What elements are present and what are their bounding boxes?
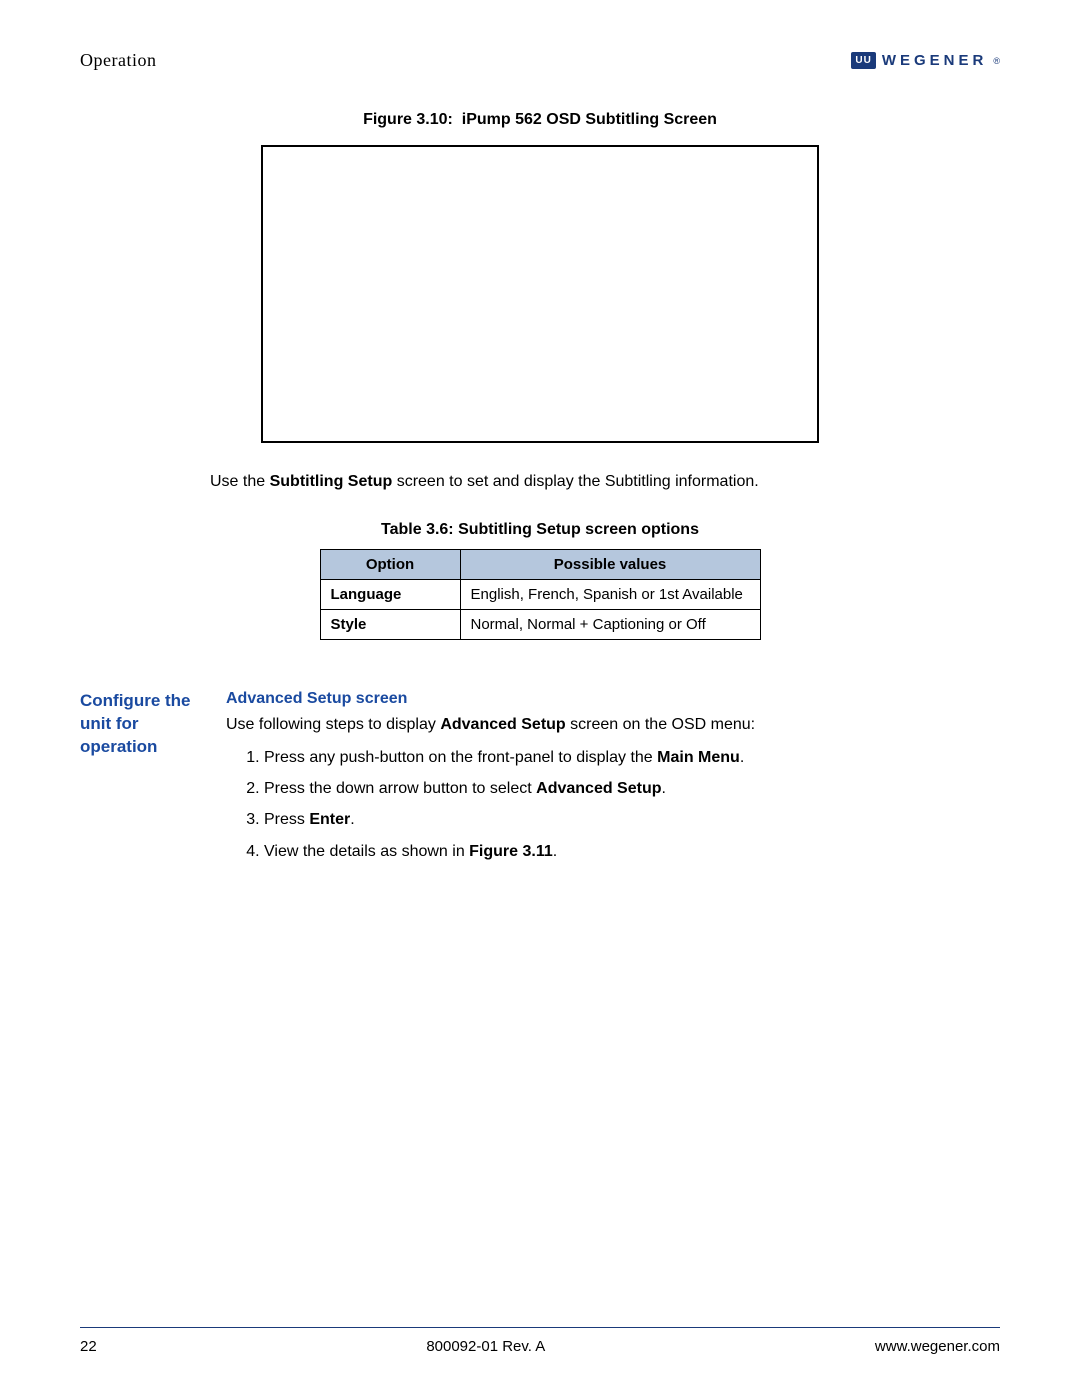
step-text: .: [553, 843, 557, 860]
logo-badge-icon: UU: [851, 52, 875, 69]
step-text: Press: [264, 811, 309, 828]
step-bold: Advanced Setup: [536, 780, 661, 797]
footer-rule: [80, 1327, 1000, 1328]
page-content: Operation UU WEGENER ® Figure 3.10: iPump…: [80, 50, 1000, 1357]
table-header-option: Option: [320, 550, 460, 580]
step-text: .: [740, 749, 744, 766]
table-cell-values: Normal, Normal + Captioning or Off: [460, 610, 760, 640]
table-row: Style Normal, Normal + Captioning or Off: [320, 610, 760, 640]
table-caption: Table 3.6: Subtitling Setup screen optio…: [80, 521, 1000, 539]
configure-body: Advanced Setup screen Use following step…: [226, 690, 1000, 871]
table-cell-option: Language: [320, 580, 460, 610]
intro-post: screen to set and display the Subtitling…: [392, 473, 758, 490]
list-item: Press any push-button on the front-panel…: [264, 746, 1000, 769]
list-item: Press the down arrow button to select Ad…: [264, 777, 1000, 800]
brand-logo: UU WEGENER ®: [851, 52, 1000, 69]
table-header-values: Possible values: [460, 550, 760, 580]
config-intro: Use following steps to display Advanced …: [226, 716, 1000, 734]
page-header: Operation UU WEGENER ®: [80, 50, 1000, 71]
step-text: .: [350, 811, 354, 828]
step-bold: Main Menu: [657, 749, 740, 766]
footer-url: www.wegener.com: [875, 1338, 1000, 1355]
figure-caption-prefix: Figure 3.10:: [363, 111, 453, 128]
config-intro-bold: Advanced Setup: [440, 716, 565, 733]
config-intro-post: screen on the OSD menu:: [566, 716, 755, 733]
sub-heading: Advanced Setup screen: [226, 690, 1000, 708]
intro-pre: Use the: [210, 473, 270, 490]
table-header-row: Option Possible values: [320, 550, 760, 580]
list-item: Press Enter.: [264, 808, 1000, 831]
table-row: Language English, French, Spanish or 1st…: [320, 580, 760, 610]
step-bold: Figure 3.11: [469, 843, 553, 860]
configure-section: Configure the unit for operation Advance…: [80, 690, 1000, 871]
figure-placeholder: [261, 145, 819, 443]
figure-caption-title: iPump 562 OSD Subtitling Screen: [462, 111, 717, 128]
options-table: Option Possible values Language English,…: [320, 549, 761, 640]
registered-mark-icon: ®: [993, 56, 1000, 66]
step-text: Press any push-button on the front-panel…: [264, 749, 657, 766]
step-text: .: [662, 780, 666, 797]
footer-row: 22 800092-01 Rev. A www.wegener.com: [80, 1338, 1000, 1355]
step-text: View the details as shown in: [264, 843, 469, 860]
intro-bold: Subtitling Setup: [270, 473, 393, 490]
list-item: View the details as shown in Figure 3.11…: [264, 840, 1000, 863]
step-text: Press the down arrow button to select: [264, 780, 536, 797]
logo-text: WEGENER: [882, 52, 988, 69]
steps-list: Press any push-button on the front-panel…: [264, 746, 1000, 863]
section-title: Operation: [80, 50, 156, 71]
step-bold: Enter: [309, 811, 350, 828]
figure-caption: Figure 3.10: iPump 562 OSD Subtitling Sc…: [80, 111, 1000, 129]
side-heading: Configure the unit for operation: [80, 690, 210, 871]
table-cell-option: Style: [320, 610, 460, 640]
table-cell-values: English, French, Spanish or 1st Availabl…: [460, 580, 760, 610]
page-footer: 22 800092-01 Rev. A www.wegener.com: [80, 1327, 1000, 1355]
page-number: 22: [80, 1338, 97, 1355]
config-intro-pre: Use following steps to display: [226, 716, 440, 733]
intro-paragraph: Use the Subtitling Setup screen to set a…: [210, 473, 1000, 491]
doc-reference: 800092-01 Rev. A: [426, 1338, 545, 1355]
